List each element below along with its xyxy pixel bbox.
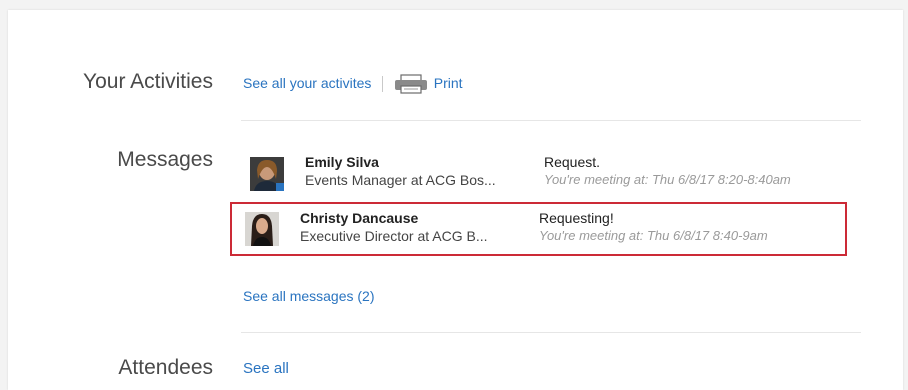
avatar [250,157,284,191]
see-all-activities-link[interactable]: See all your activites [243,75,371,91]
attendees-links: See all [243,360,289,378]
messages-heading: Messages [117,148,213,171]
meeting-time: You're meeting at: Thu 6/8/17 8:40-9am [539,228,768,243]
sender-title: Events Manager at ACG Bos... [305,172,496,188]
your-activities-heading: Your Activities [83,70,213,93]
message-item[interactable]: Emily Silva Events Manager at ACG Bos...… [241,149,853,199]
meeting-time: You're meeting at: Thu 6/8/17 8:20-8:40a… [544,172,791,187]
sender-name: Christy Dancause [300,210,419,226]
divider [241,332,861,333]
see-all-messages-link[interactable]: See all messages (2) [243,288,375,304]
see-all-messages-wrap: See all messages (2) [243,288,375,306]
printer-icon[interactable] [393,74,429,94]
message-subject: Requesting! [539,210,614,226]
avatar [245,212,279,246]
sender-title: Executive Director at ACG B... [300,228,488,244]
link-separator [381,76,383,92]
message-item-highlighted[interactable]: Christy Dancause Executive Director at A… [230,202,847,256]
divider [241,120,861,121]
see-all-attendees-link[interactable]: See all [243,360,289,377]
attendees-heading: Attendees [118,356,213,379]
activities-card: Your Activities See all your activites P… [8,10,903,390]
activities-links: See all your activites Print [243,74,463,94]
print-link[interactable]: Print [434,75,463,91]
message-subject: Request. [544,154,601,170]
sender-name: Emily Silva [305,154,379,170]
